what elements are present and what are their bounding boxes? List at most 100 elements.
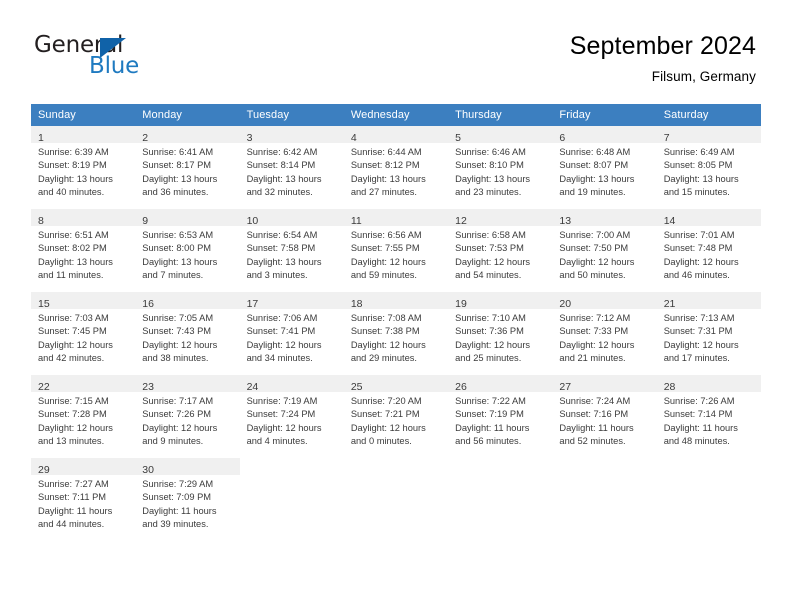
- sunrise-text: Sunrise: 6:42 AM: [246, 147, 318, 157]
- day-number: 6: [559, 132, 566, 144]
- sunset-text: Sunset: 7:16 PM: [559, 409, 629, 420]
- calendar-day-cell[interactable]: 25 Sunrise: 7:20 AM Sunset: 7:21 PM Dayl…: [343, 374, 449, 458]
- day-number: 26: [455, 381, 467, 393]
- day-number: 12: [455, 215, 467, 227]
- sunset-text: Sunset: 8:02 PM: [38, 243, 107, 254]
- day-number: 8: [38, 215, 44, 227]
- calendar-day-cell[interactable]: 20 Sunrise: 7:12 AM Sunset: 7:33 PM Dayl…: [552, 291, 657, 375]
- daylight-text-line2: and 0 minutes.: [350, 435, 412, 446]
- calendar-day-cell[interactable]: 27 Sunrise: 7:24 AM Sunset: 7:16 PM Dayl…: [552, 374, 657, 458]
- calendar-empty-cell: [448, 457, 553, 541]
- calendar-day-cell[interactable]: 10 Sunrise: 6:54 AM Sunset: 7:58 PM Dayl…: [239, 208, 344, 292]
- sunset-text: Sunset: 7:19 PM: [455, 409, 524, 420]
- sunset-text: Sunset: 7:43 PM: [142, 326, 212, 337]
- calendar-day-cell[interactable]: 21 Sunrise: 7:13 AM Sunset: 7:31 PM Dayl…: [656, 291, 761, 375]
- sunset-text: Sunset: 7:33 PM: [559, 326, 629, 337]
- calendar-empty-cell: [656, 457, 761, 541]
- calendar-day-cell[interactable]: 8 Sunrise: 6:51 AM Sunset: 8:02 PM Dayli…: [31, 208, 136, 292]
- daylight-text-line2: and 4 minutes.: [246, 435, 308, 446]
- daylight-text-line1: Daylight: 12 hours: [38, 339, 113, 350]
- sunset-text: Sunset: 7:31 PM: [663, 326, 733, 337]
- daylight-text-line2: and 56 minutes.: [455, 435, 522, 446]
- calendar-day-cell[interactable]: 2 Sunrise: 6:41 AM Sunset: 8:17 PM Dayli…: [135, 126, 240, 209]
- calendar-day-cell[interactable]: 17 Sunrise: 7:06 AM Sunset: 7:41 PM Dayl…: [239, 291, 344, 375]
- calendar-day-cell[interactable]: 11 Sunrise: 6:56 AM Sunset: 7:55 PM Dayl…: [343, 208, 449, 292]
- calendar-day-cell[interactable]: 18 Sunrise: 7:08 AM Sunset: 7:38 PM Dayl…: [343, 291, 449, 375]
- calendar-day-cell[interactable]: 3 Sunrise: 6:42 AM Sunset: 8:14 PM Dayli…: [239, 126, 344, 209]
- daylight-text-line1: Daylight: 12 hours: [663, 339, 739, 350]
- daylight-text-line1: Daylight: 11 hours: [559, 422, 634, 433]
- calendar-day-cell[interactable]: 13 Sunrise: 7:00 AM Sunset: 7:50 PM Dayl…: [552, 208, 657, 292]
- daylight-text-line2: and 59 minutes.: [350, 269, 417, 280]
- calendar-day-cell[interactable]: 30 Sunrise: 7:29 AM Sunset: 7:09 PM Dayl…: [135, 457, 240, 541]
- sunrise-text: Sunrise: 6:53 AM: [142, 230, 214, 240]
- calendar-day-cell[interactable]: 29 Sunrise: 7:27 AM Sunset: 7:11 PM Dayl…: [31, 457, 136, 541]
- general-blue-logo[interactable]: General Blue: [34, 32, 214, 82]
- daylight-text-line2: and 9 minutes.: [142, 435, 204, 446]
- sunrise-text: Sunrise: 7:24 AM: [559, 396, 631, 406]
- daylight-text-line2: and 25 minutes.: [455, 352, 522, 363]
- daylight-text-line2: and 32 minutes.: [246, 186, 313, 197]
- calendar-day-cell[interactable]: 5 Sunrise: 6:46 AM Sunset: 8:10 PM Dayli…: [448, 126, 553, 209]
- calendar-empty-cell: [552, 457, 657, 541]
- calendar-day-cell[interactable]: 26 Sunrise: 7:22 AM Sunset: 7:19 PM Dayl…: [448, 374, 553, 458]
- sunrise-text: Sunrise: 7:05 AM: [142, 313, 214, 323]
- calendar-day-cell[interactable]: 19 Sunrise: 7:10 AM Sunset: 7:36 PM Dayl…: [448, 291, 553, 375]
- sunrise-text: Sunrise: 6:39 AM: [38, 147, 109, 157]
- daylight-text-line2: and 21 minutes.: [559, 352, 626, 363]
- sunrise-text: Sunrise: 6:46 AM: [455, 147, 526, 157]
- calendar-week-row: 22 Sunrise: 7:15 AM Sunset: 7:28 PM Dayl…: [31, 374, 761, 458]
- calendar-day-cell[interactable]: 14 Sunrise: 7:01 AM Sunset: 7:48 PM Dayl…: [656, 208, 761, 292]
- sunrise-text: Sunrise: 6:56 AM: [350, 230, 422, 240]
- daylight-text-line1: Daylight: 12 hours: [559, 256, 635, 267]
- weekday-header-thursday: Thursday: [448, 104, 553, 126]
- sunset-text: Sunset: 7:28 PM: [38, 409, 107, 420]
- weekday-header-wednesday: Wednesday: [343, 104, 449, 126]
- day-number: 29: [38, 464, 50, 476]
- daylight-text-line1: Daylight: 13 hours: [663, 173, 739, 184]
- daylight-text-line2: and 36 minutes.: [142, 186, 209, 197]
- sunset-text: Sunset: 8:19 PM: [38, 160, 107, 171]
- daylight-text-line1: Daylight: 11 hours: [663, 422, 738, 433]
- page-title: September 2024: [569, 32, 756, 60]
- day-number: 9: [142, 215, 149, 227]
- day-number: 21: [663, 298, 676, 310]
- sunset-text: Sunset: 8:00 PM: [142, 243, 212, 254]
- sunrise-text: Sunrise: 7:27 AM: [38, 479, 109, 489]
- calendar-day-cell[interactable]: 28 Sunrise: 7:26 AM Sunset: 7:14 PM Dayl…: [656, 374, 761, 458]
- daylight-text-line2: and 7 minutes.: [142, 269, 204, 280]
- daylight-text-line2: and 52 minutes.: [559, 435, 626, 446]
- sunrise-text: Sunrise: 7:01 AM: [663, 230, 735, 240]
- calendar-day-cell[interactable]: 22 Sunrise: 7:15 AM Sunset: 7:28 PM Dayl…: [31, 374, 136, 458]
- calendar-day-cell[interactable]: 24 Sunrise: 7:19 AM Sunset: 7:24 PM Dayl…: [239, 374, 344, 458]
- sunset-text: Sunset: 7:11 PM: [38, 492, 107, 503]
- calendar-day-cell[interactable]: 15 Sunrise: 7:03 AM Sunset: 7:45 PM Dayl…: [31, 291, 136, 375]
- calendar-day-cell[interactable]: 12 Sunrise: 6:58 AM Sunset: 7:53 PM Dayl…: [448, 208, 553, 292]
- daylight-text-line2: and 23 minutes.: [455, 186, 522, 197]
- sunset-text: Sunset: 7:50 PM: [559, 243, 629, 254]
- calendar-day-cell[interactable]: 4 Sunrise: 6:44 AM Sunset: 8:12 PM Dayli…: [343, 126, 449, 209]
- sunset-text: Sunset: 8:14 PM: [246, 160, 316, 171]
- sunset-text: Sunset: 7:38 PM: [350, 326, 420, 337]
- calendar-day-cell[interactable]: 6 Sunrise: 6:48 AM Sunset: 8:07 PM Dayli…: [552, 126, 657, 209]
- day-number: 28: [663, 381, 676, 393]
- calendar-day-cell[interactable]: 23 Sunrise: 7:17 AM Sunset: 7:26 PM Dayl…: [135, 374, 240, 458]
- sunrise-text: Sunrise: 7:19 AM: [246, 396, 318, 406]
- calendar-day-cell[interactable]: 9 Sunrise: 6:53 AM Sunset: 8:00 PM Dayli…: [135, 208, 240, 292]
- daylight-text-line1: Daylight: 13 hours: [38, 173, 113, 184]
- daylight-text-line2: and 19 minutes.: [559, 186, 626, 197]
- day-number: 4: [350, 132, 357, 144]
- calendar-day-cell[interactable]: 1 Sunrise: 6:39 AM Sunset: 8:19 PM Dayli…: [31, 126, 136, 209]
- daylight-text-line1: Daylight: 11 hours: [455, 422, 530, 433]
- sunset-text: Sunset: 7:24 PM: [246, 409, 316, 420]
- sunrise-sunset-calendar: Sunday Monday Tuesday Wednesday Thursday…: [31, 104, 761, 541]
- sunrise-text: Sunrise: 7:29 AM: [142, 479, 214, 489]
- daylight-text-line2: and 48 minutes.: [663, 435, 730, 446]
- sunrise-text: Sunrise: 7:08 AM: [350, 313, 422, 323]
- daylight-text-line2: and 50 minutes.: [559, 269, 626, 280]
- calendar-day-cell[interactable]: 16 Sunrise: 7:05 AM Sunset: 7:43 PM Dayl…: [135, 291, 240, 375]
- sunrise-text: Sunrise: 7:15 AM: [38, 396, 109, 406]
- daylight-text-line2: and 15 minutes.: [663, 186, 730, 197]
- sunset-text: Sunset: 8:12 PM: [350, 160, 420, 171]
- calendar-day-cell[interactable]: 7 Sunrise: 6:49 AM Sunset: 8:05 PM Dayli…: [656, 126, 761, 209]
